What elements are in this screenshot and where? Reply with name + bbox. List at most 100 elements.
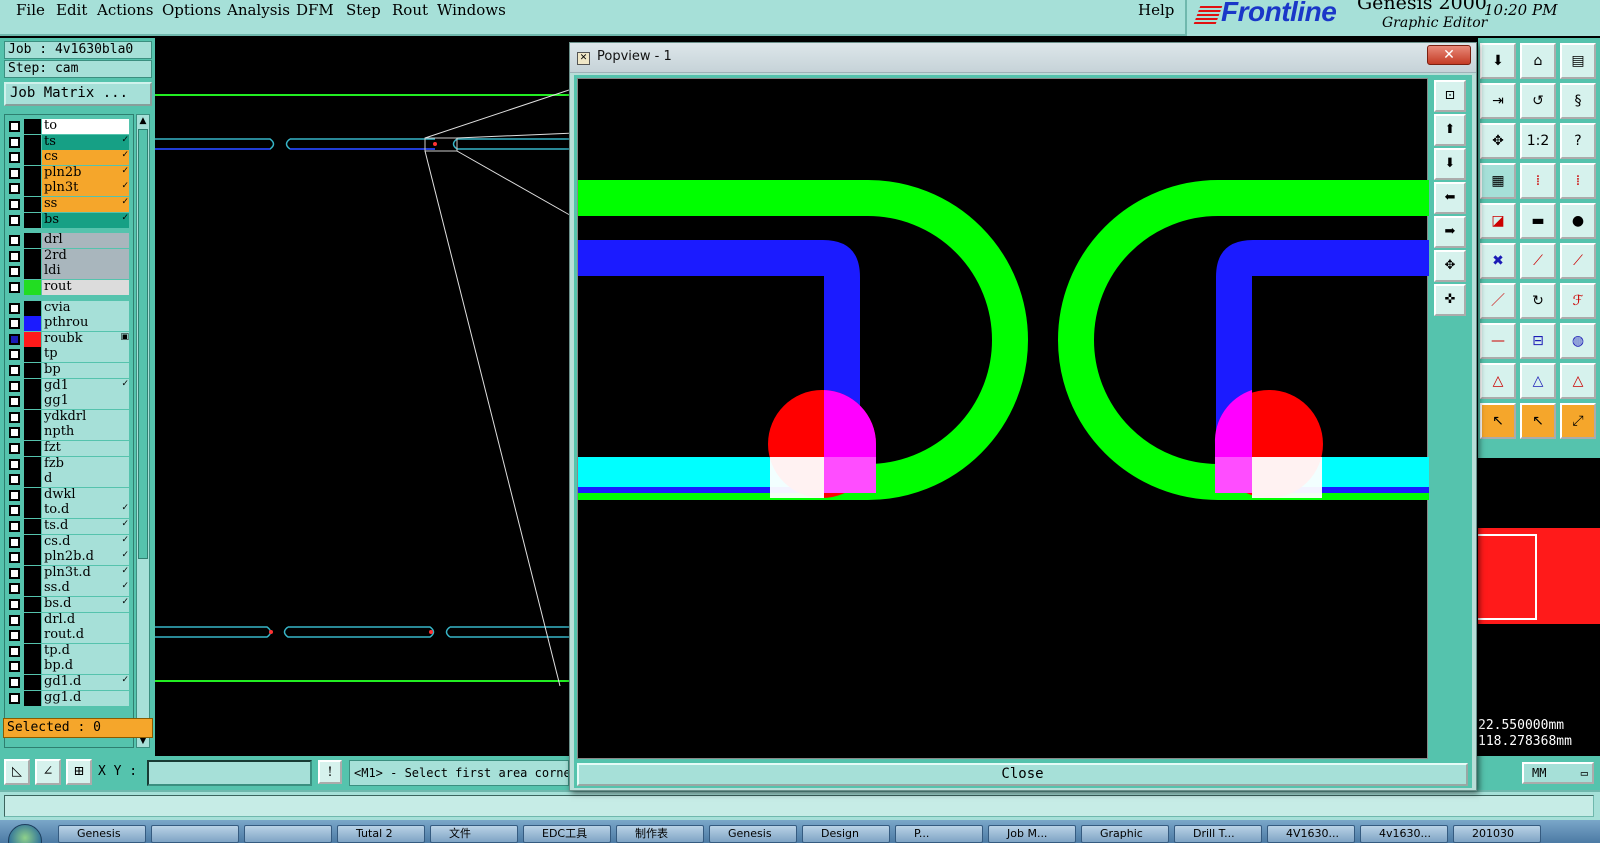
layer-color-swatch[interactable] [24, 134, 41, 150]
layer-checkbox[interactable] [9, 552, 20, 564]
start-button[interactable] [8, 824, 42, 843]
layer-name[interactable]: rout [42, 280, 129, 295]
pv-center-icon[interactable]: ✜ [1434, 284, 1466, 316]
layer-color-swatch[interactable] [24, 316, 41, 332]
layer-color-swatch[interactable] [24, 675, 41, 690]
layer-name[interactable]: rout.d [42, 628, 129, 644]
export-icon[interactable]: ⇥ [1480, 83, 1516, 119]
layer-name[interactable]: pln3t [42, 181, 129, 197]
layer-color-swatch[interactable] [24, 550, 41, 566]
taskbar-button[interactable]: 4v1630... [1360, 825, 1448, 843]
layer-row[interactable]: tp.d [5, 643, 133, 659]
taskbar-button[interactable]: Design [802, 825, 890, 843]
taskbar-button[interactable]: 201030 [1453, 825, 1541, 843]
menu-windows[interactable]: Windows [437, 0, 506, 20]
layer-color-swatch[interactable] [24, 581, 41, 597]
menu-analysis[interactable]: Analysis [227, 0, 290, 20]
hline-icon[interactable]: — [1480, 323, 1516, 359]
layer-row[interactable]: cs.d ✓ [5, 534, 133, 550]
taskbar-button[interactable]: Genesis [709, 825, 797, 843]
layer-checkbox[interactable] [9, 152, 20, 164]
layer-name[interactable]: gg1.d [42, 690, 129, 706]
pv-zoom-in-icon[interactable]: ⊡ [1434, 80, 1466, 112]
layer-checkbox[interactable] [9, 282, 20, 293]
layer-checkbox[interactable] [9, 692, 20, 704]
arc-icon[interactable]: ↻ [1520, 283, 1556, 319]
layer-row[interactable]: cs ✓ [5, 150, 133, 166]
layer-checkbox[interactable] [9, 489, 20, 501]
layer-color-swatch[interactable] [24, 597, 41, 612]
layer-checkbox[interactable] [9, 567, 20, 579]
move-icon[interactable]: ⤢ [1560, 403, 1596, 439]
layer-name[interactable]: fzb [42, 456, 129, 472]
layer-color-swatch[interactable] [24, 181, 41, 197]
layer-red-icon[interactable]: ⁞ [1520, 163, 1556, 199]
layer-name[interactable]: ldi [42, 264, 129, 280]
menu-options[interactable]: Options [162, 0, 221, 20]
layer-checkbox[interactable] [9, 599, 20, 610]
layer-checkbox[interactable] [9, 645, 20, 657]
layer-row[interactable]: fzb [5, 456, 133, 472]
layer-name[interactable]: pln3t.d [42, 565, 129, 581]
layer-color-swatch[interactable] [24, 347, 41, 363]
layer-color-swatch[interactable] [24, 690, 41, 706]
layer-color-swatch[interactable] [24, 565, 41, 581]
layer-row[interactable]: ss.d ✓ [5, 581, 133, 597]
layer-checkbox[interactable] [9, 677, 20, 688]
layer-row[interactable]: rout.d [5, 628, 133, 644]
pv-zoom-down-icon[interactable]: ⬇ [1434, 148, 1466, 180]
layer-checkbox[interactable] [9, 521, 20, 532]
snap-corner-icon[interactable]: ◺ [4, 759, 30, 785]
layer-color-swatch[interactable] [24, 119, 41, 134]
layer-name[interactable]: bp [42, 363, 129, 378]
layer-row[interactable]: ldi [5, 264, 133, 280]
close-icon[interactable]: ✕ [1427, 45, 1471, 65]
layer-name[interactable]: gd1.d [42, 675, 129, 690]
taskbar-button[interactable]: Drill T... [1174, 825, 1262, 843]
layer-name[interactable]: cs.d [42, 534, 129, 550]
layer-name[interactable]: ts [42, 134, 129, 150]
dot-icon[interactable]: ● [1560, 203, 1596, 239]
layer-row[interactable]: ydkdrl [5, 409, 133, 425]
layer-color-swatch[interactable] [24, 378, 41, 394]
layer-color-swatch[interactable] [24, 212, 41, 228]
menu-rout[interactable]: Rout [392, 0, 428, 20]
layer-checkbox[interactable] [9, 396, 20, 408]
pv-left-icon[interactable]: ⬅ [1434, 182, 1466, 214]
layer-name[interactable]: ts.d [42, 519, 129, 534]
pv-zoom-up-icon[interactable]: ⬆ [1434, 114, 1466, 146]
taskbar-button[interactable]: 文件 [430, 825, 518, 843]
layer-name[interactable]: ss [42, 197, 129, 212]
snap-angle-icon[interactable]: ∠ [35, 759, 61, 785]
layer-color-swatch[interactable] [24, 264, 41, 280]
layer-name[interactable]: gg1 [42, 394, 129, 410]
taskbar-button[interactable]: EDC工具 [523, 825, 611, 843]
layer-name[interactable]: cvia [42, 300, 129, 316]
layer-color-swatch[interactable] [24, 233, 41, 249]
taskbar-button[interactable]: Job M... [988, 825, 1076, 843]
layer-name[interactable]: d [42, 472, 129, 488]
layer-row[interactable]: pln3t.d ✓ [5, 565, 133, 581]
layer-checkbox[interactable] [9, 349, 20, 361]
menu-actions[interactable]: Actions [97, 0, 153, 20]
layer-color-swatch[interactable] [24, 409, 41, 425]
layer-checkbox[interactable] [9, 235, 20, 247]
layer-checkbox[interactable] [9, 427, 20, 439]
layer-row[interactable]: npth [5, 425, 133, 441]
pad-icon[interactable]: ◪ [1480, 203, 1516, 239]
snap-icon[interactable]: § [1560, 83, 1596, 119]
taskbar-button[interactable]: P... [895, 825, 983, 843]
layer-color-swatch[interactable] [24, 363, 41, 378]
triangle-icon[interactable]: △ [1480, 363, 1516, 399]
triangle2-icon[interactable]: △ [1520, 363, 1556, 399]
layer-checkbox[interactable] [9, 302, 20, 314]
layer-color-swatch[interactable] [24, 643, 41, 659]
pads-icon[interactable]: ◍ [1560, 323, 1596, 359]
connect-icon[interactable]: ⟋ [1520, 243, 1556, 279]
select-icon[interactable]: ↖ [1480, 403, 1516, 439]
layer-checkbox[interactable] [9, 183, 20, 195]
layer-row[interactable]: 2rd [5, 248, 133, 264]
layer-checkbox[interactable] [9, 536, 20, 548]
layer-row[interactable]: d [5, 472, 133, 488]
layer-name[interactable]: 2rd [42, 248, 129, 264]
